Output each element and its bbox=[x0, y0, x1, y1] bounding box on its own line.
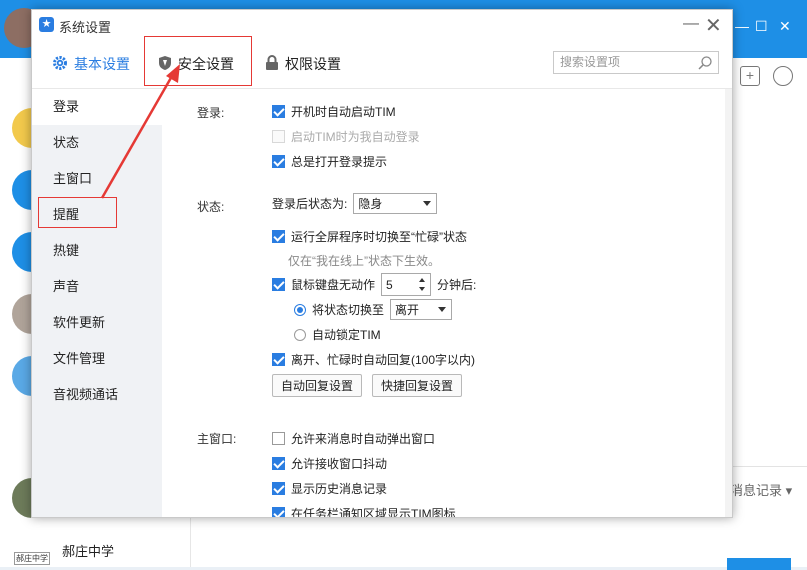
annotation-arrow bbox=[100, 64, 180, 199]
